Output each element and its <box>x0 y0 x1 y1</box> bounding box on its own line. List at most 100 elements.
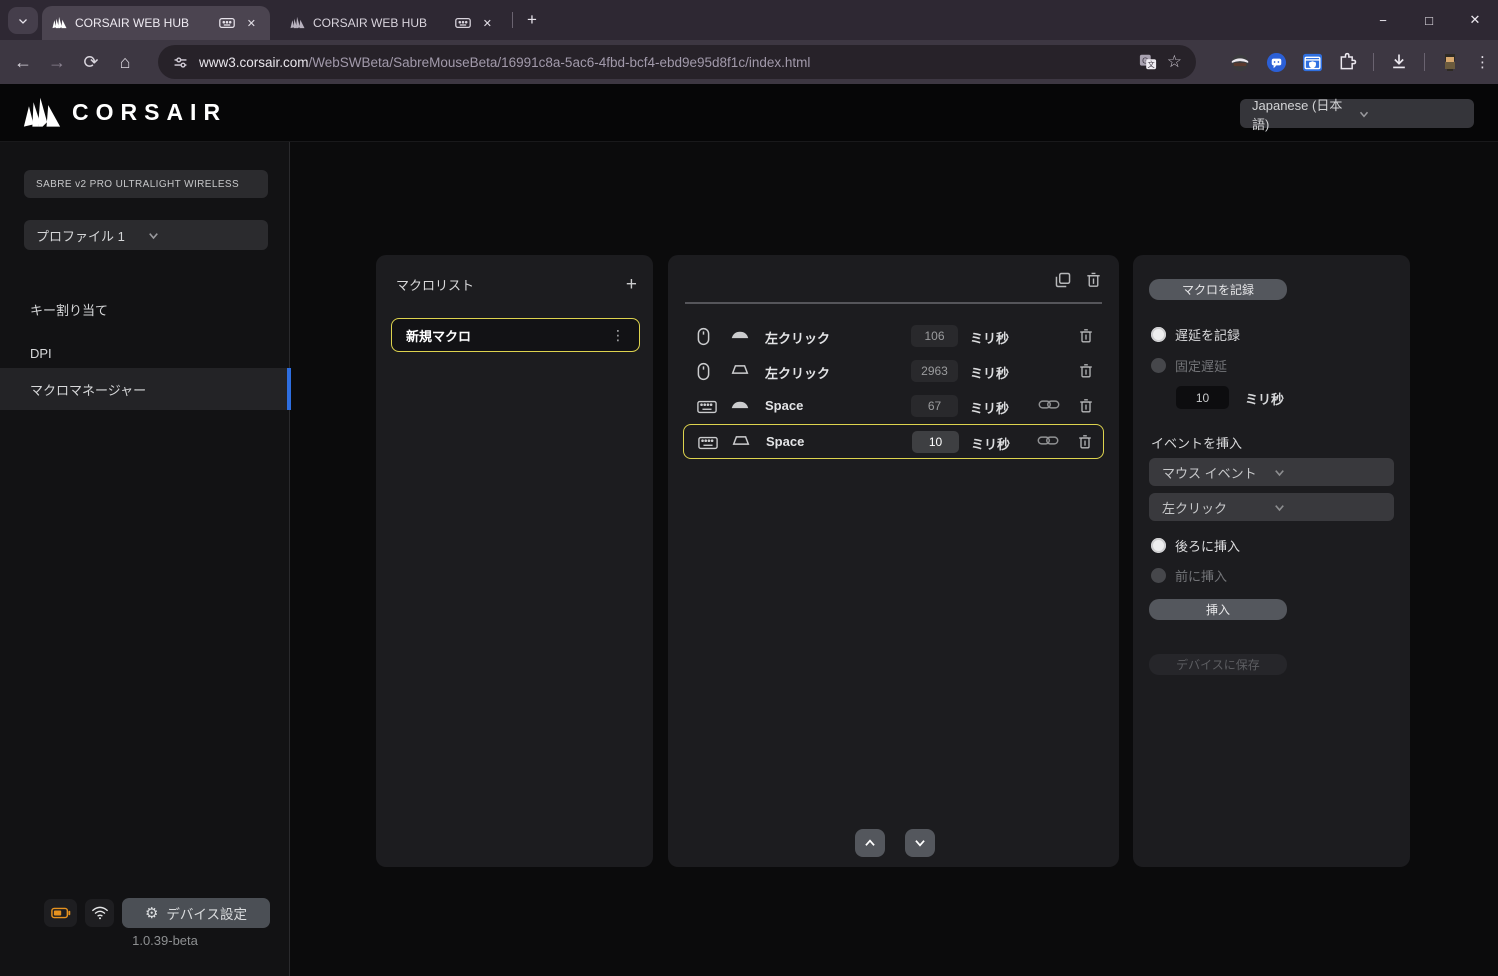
app-header: CORSAIR Japanese (日本語) <box>0 84 1498 142</box>
delay-input[interactable]: 10 <box>912 431 959 453</box>
macro-event-row[interactable]: Space 67 ミリ秒 <box>683 389 1104 424</box>
macro-editor-panel: 左クリック 106 ミリ秒 左クリック 2963 ミリ秒 <box>668 255 1119 867</box>
window-controls: − □ ✕ <box>1360 0 1498 40</box>
mouse-icon <box>697 327 710 346</box>
fixed-delay-radio[interactable]: 固定遅延 <box>1151 356 1227 375</box>
delay-unit: ミリ秒 <box>970 398 1009 417</box>
reload-button[interactable]: ⟳ <box>74 45 108 79</box>
device-name-box: SABRE v2 PRO ULTRALIGHT WIRELESS <box>24 170 268 198</box>
device-settings-button[interactable]: ⚙ デバイス設定 <box>122 898 270 928</box>
macro-event-row[interactable]: 左クリック 106 ミリ秒 <box>683 319 1104 354</box>
insert-before-radio[interactable]: 前に挿入 <box>1151 566 1227 585</box>
translate-icon[interactable]: G文 <box>1139 53 1157 71</box>
delay-unit: ミリ秒 <box>971 434 1010 453</box>
toolbar-separator <box>1373 53 1374 71</box>
bookmark-star-icon[interactable]: ☆ <box>1167 52 1182 72</box>
hid-device-icon <box>455 17 471 29</box>
radio-selected-icon <box>1151 538 1166 553</box>
extension-chat-icon[interactable] <box>1265 51 1287 73</box>
events-separator <box>685 302 1102 304</box>
macro-list-title: マクロリスト <box>396 275 626 294</box>
chevron-down-icon <box>913 837 927 849</box>
insert-after-radio[interactable]: 後ろに挿入 <box>1151 536 1240 555</box>
maximize-button[interactable]: □ <box>1406 0 1452 40</box>
profile-avatar[interactable] <box>1439 51 1461 73</box>
delay-input[interactable]: 2963 <box>911 360 958 382</box>
record-delay-radio[interactable]: 遅延を記録 <box>1151 325 1240 344</box>
tab-close-icon[interactable]: ✕ <box>243 15 260 32</box>
wifi-icon <box>91 906 109 920</box>
toolbar-separator <box>1424 53 1425 71</box>
address-bar[interactable]: www3.corsair.com/WebSWBeta/SabreMouseBet… <box>158 45 1196 79</box>
insert-event-label: イベントを挿入 <box>1151 433 1242 452</box>
delete-event-icon[interactable] <box>1078 362 1094 380</box>
release-icon <box>730 434 752 447</box>
move-event-down-button[interactable] <box>905 829 935 857</box>
browser-tab-2[interactable]: CORSAIR WEB HUB ✕ <box>280 6 506 40</box>
tab-search-button[interactable] <box>8 7 38 34</box>
extensions-puzzle-icon[interactable] <box>1337 51 1359 73</box>
chevron-down-icon <box>17 15 29 27</box>
tab-separator <box>512 12 513 28</box>
record-macro-button[interactable]: マクロを記録 <box>1149 279 1287 300</box>
new-tab-button[interactable]: + <box>520 8 544 32</box>
wireless-status-button[interactable] <box>85 899 114 927</box>
macro-event-row[interactable]: 左クリック 2963 ミリ秒 <box>683 354 1104 389</box>
add-macro-button[interactable]: + <box>626 275 637 294</box>
tab-close-icon[interactable]: ✕ <box>479 15 496 32</box>
chevron-down-icon <box>146 228 256 243</box>
corsair-favicon <box>290 16 305 30</box>
language-selector[interactable]: Japanese (日本語) <box>1240 99 1474 128</box>
extension-incognito-icon[interactable] <box>1229 51 1251 73</box>
forward-button[interactable]: → <box>40 45 74 79</box>
hid-device-icon <box>219 17 235 29</box>
minimize-button[interactable]: − <box>1360 0 1406 40</box>
browser-tabstrip: CORSAIR WEB HUB ✕ CORSAIR WEB HUB ✕ + − … <box>0 0 1498 40</box>
save-to-device-button[interactable]: デバイスに保存 <box>1149 654 1287 675</box>
fixed-delay-unit: ミリ秒 <box>1245 389 1284 408</box>
macro-event-row-selected[interactable]: Space 10 ミリ秒 <box>683 424 1104 459</box>
browser-menu-icon[interactable]: ⋮ <box>1475 53 1490 71</box>
back-button[interactable]: ← <box>6 45 40 79</box>
home-button[interactable]: ⌂ <box>108 45 142 79</box>
delay-input[interactable]: 67 <box>911 395 958 417</box>
sidebar-item-key-assignment[interactable]: キー割り当て <box>0 288 290 330</box>
battery-status-button[interactable] <box>44 899 77 927</box>
svg-text:文: 文 <box>1147 60 1154 69</box>
corsair-favicon <box>52 16 67 30</box>
corsair-logo-icon <box>22 96 62 130</box>
extension-shield-window-icon[interactable] <box>1301 51 1323 73</box>
chevron-up-icon <box>863 837 877 849</box>
link-icon[interactable] <box>1038 398 1060 411</box>
link-icon[interactable] <box>1037 434 1059 447</box>
event-type-dropdown[interactable]: マウス イベント <box>1149 458 1394 486</box>
browser-tab-1[interactable]: CORSAIR WEB HUB ✕ <box>42 6 270 40</box>
tab-title: CORSAIR WEB HUB <box>75 16 211 30</box>
keyboard-icon <box>698 436 718 450</box>
event-label: Space <box>765 398 803 413</box>
delete-event-icon[interactable] <box>1078 327 1094 345</box>
event-label: Space <box>766 434 804 449</box>
move-event-up-button[interactable] <box>855 829 885 857</box>
macro-list-item[interactable]: 新規マクロ ⋮ <box>391 318 640 352</box>
delete-macro-icon[interactable] <box>1085 271 1102 289</box>
delete-event-icon[interactable] <box>1077 433 1093 451</box>
mouse-icon <box>697 362 710 381</box>
keyboard-icon <box>697 400 717 414</box>
chevron-down-icon <box>1272 465 1382 480</box>
event-action-dropdown[interactable]: 左クリック <box>1149 493 1394 521</box>
event-label: 左クリック <box>765 363 830 382</box>
delete-event-icon[interactable] <box>1078 397 1094 415</box>
downloads-icon[interactable] <box>1388 51 1410 73</box>
sidebar-item-macro-manager[interactable]: マクロマネージャー <box>0 368 290 410</box>
insert-button[interactable]: 挿入 <box>1149 599 1287 620</box>
macro-options-icon[interactable]: ⋮ <box>611 327 625 344</box>
profile-dropdown[interactable]: プロファイル 1 <box>24 220 268 250</box>
url-text: www3.corsair.com/WebSWBeta/SabreMouseBet… <box>199 55 1129 70</box>
event-label: 左クリック <box>765 328 830 347</box>
site-settings-icon[interactable] <box>172 54 189 71</box>
duplicate-macro-icon[interactable] <box>1054 271 1072 289</box>
delay-input[interactable]: 106 <box>911 325 958 347</box>
close-button[interactable]: ✕ <box>1452 0 1498 40</box>
fixed-delay-input[interactable]: 10 <box>1176 386 1229 409</box>
